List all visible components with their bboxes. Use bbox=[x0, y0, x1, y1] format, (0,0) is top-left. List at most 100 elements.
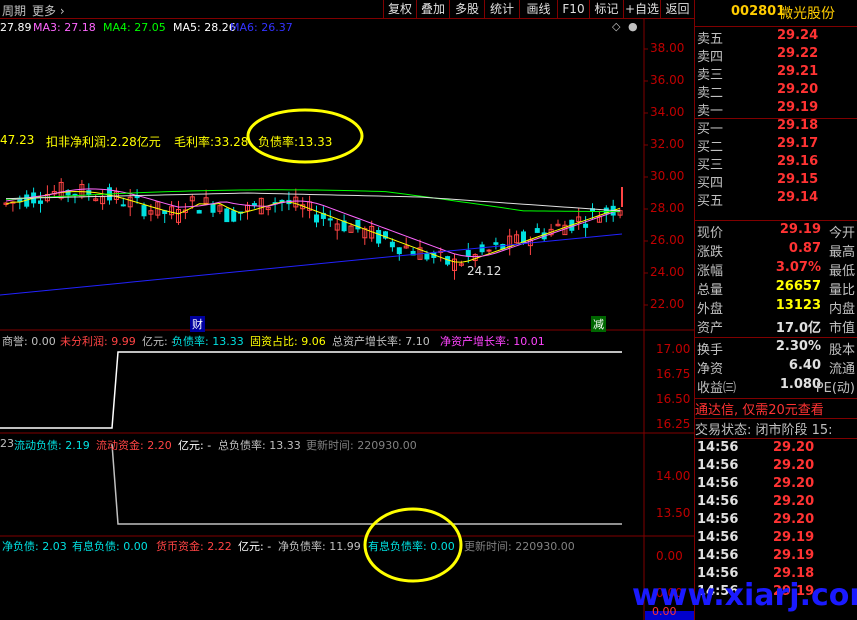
divider-line bbox=[695, 438, 857, 439]
toolbar-button-4[interactable]: 画线 bbox=[519, 0, 557, 19]
financial-marker[interactable]: 财 bbox=[190, 316, 205, 332]
candle-body bbox=[493, 242, 499, 245]
quote-label-2: 今开 bbox=[828, 226, 855, 241]
candle-body bbox=[224, 208, 230, 223]
main-info-value: 47.23 bbox=[0, 133, 35, 147]
order-price: 29.18 bbox=[777, 118, 819, 133]
quote-row: 现价 29.19 今开 bbox=[695, 222, 857, 241]
indicator-axis-label: 16.75 bbox=[656, 367, 691, 381]
quote-value: 2.30% bbox=[775, 339, 821, 354]
indicator-value: 亿元: - bbox=[178, 439, 212, 452]
trade-row: 14:56 29.19 bbox=[695, 530, 857, 548]
toolbar-button-1[interactable]: 叠加 bbox=[416, 0, 449, 19]
order-book-row[interactable]: 卖三 29.21 bbox=[695, 64, 857, 83]
order-level-label: 买四 bbox=[697, 176, 724, 191]
toolbar-button-7[interactable]: +自选 bbox=[623, 0, 660, 19]
indicator-value: 更新时间: 220930.00 bbox=[306, 439, 417, 452]
period-label[interactable]: 周期 bbox=[2, 2, 26, 19]
order-book-row[interactable]: 卖五 29.24 bbox=[695, 28, 857, 47]
candle-body bbox=[583, 223, 589, 228]
toolbar-button-3[interactable]: 统计 bbox=[484, 0, 519, 19]
trade-price: 29.20 bbox=[773, 476, 815, 491]
quote-row: 涨跌 0.87 最高 bbox=[695, 241, 857, 260]
order-price: 29.24 bbox=[777, 28, 819, 43]
trade-price: 29.20 bbox=[773, 440, 815, 455]
trade-time: 14:56 bbox=[697, 476, 739, 491]
price-axis-label: 36.00 bbox=[650, 73, 685, 87]
trade-price: 29.20 bbox=[773, 512, 815, 527]
quote-row: 收益㈢ 1.080 PE(动) bbox=[695, 377, 857, 396]
candle-body bbox=[534, 228, 540, 233]
trade-price: 29.19 bbox=[773, 548, 815, 563]
toolbar-button-0[interactable]: 复权 bbox=[383, 0, 416, 19]
quote-label: 资产 bbox=[697, 321, 724, 336]
quote-label: 总量 bbox=[697, 283, 724, 298]
order-level-label: 卖一 bbox=[697, 104, 724, 119]
stock-header: 002801 微光股份 bbox=[694, 0, 857, 27]
quote-value: 6.40 bbox=[788, 358, 821, 373]
quote-label: 净资 bbox=[697, 362, 724, 377]
quote-label-2: 流通 bbox=[828, 362, 855, 377]
trade-row: 14:56 29.20 bbox=[695, 440, 857, 458]
candle-body bbox=[376, 229, 382, 244]
order-book-row[interactable]: 卖二 29.20 bbox=[695, 82, 857, 101]
trade-state: 交易状态: 闭市阶段 15: bbox=[695, 418, 857, 438]
order-book-row[interactable]: 卖四 29.22 bbox=[695, 46, 857, 65]
more-menu[interactable]: 更多 › bbox=[32, 2, 65, 19]
quote-label-2: 股本 bbox=[828, 343, 855, 358]
quote-value: 0.87 bbox=[788, 241, 821, 256]
trade-time: 14:56 bbox=[697, 512, 739, 527]
quote-label-2: 最低 bbox=[828, 264, 855, 279]
order-level-label: 卖三 bbox=[697, 68, 724, 83]
ma6-line bbox=[0, 233, 623, 296]
toolbar: 周期 更多 › 复权 叠加 多股 统计 画线 F10 标记 +自选 返回 bbox=[0, 0, 694, 19]
candle-body bbox=[486, 249, 492, 252]
indicator-value: 总负债率: 13.33 bbox=[218, 439, 301, 452]
order-book-row[interactable]: 买一 29.18 bbox=[695, 118, 857, 137]
quote-row: 资产 17.0亿 市值 bbox=[695, 317, 857, 336]
trade-time: 14:56 bbox=[697, 458, 739, 473]
toolbar-button-2[interactable]: 多股 bbox=[449, 0, 484, 19]
indicator-axis-label: 13.50 bbox=[656, 506, 691, 520]
order-price: 29.14 bbox=[777, 190, 819, 205]
indicator-value: 流动负债: 2.19 bbox=[14, 439, 90, 452]
candle-body bbox=[465, 250, 471, 257]
divider-line bbox=[695, 220, 857, 221]
trade-row: 14:56 29.20 bbox=[695, 512, 857, 530]
indicator-value: 商誉: 0.00 bbox=[2, 335, 56, 348]
indicator-value: 负债率: 13.33 bbox=[172, 335, 244, 348]
order-price: 29.15 bbox=[777, 172, 819, 187]
indicator-value: 净负债: 2.03 bbox=[2, 540, 67, 553]
low-price-label: 24.12 bbox=[467, 264, 502, 278]
indicator-value: 净资产增长率: 10.01 bbox=[440, 335, 545, 348]
order-book-row[interactable]: 买二 29.17 bbox=[695, 136, 857, 155]
indicator-axis-label: 0.00 bbox=[656, 549, 683, 563]
order-book-row[interactable]: 卖一 29.19 bbox=[695, 100, 857, 119]
quote-label: 现价 bbox=[697, 226, 724, 241]
quote-label: 外盘 bbox=[697, 302, 724, 317]
ad-banner[interactable]: 通达信, 仅需20元查看 bbox=[695, 398, 857, 418]
candle-body bbox=[210, 203, 216, 213]
trade-time: 14:56 bbox=[697, 440, 739, 455]
debt-ratio-info: 负债率:13.33 bbox=[258, 135, 333, 149]
order-book-row[interactable]: 买五 29.14 bbox=[695, 190, 857, 209]
price-axis-label: 28.00 bbox=[650, 201, 685, 215]
price-axis-label: 38.00 bbox=[650, 41, 685, 55]
order-price: 29.17 bbox=[777, 136, 819, 151]
indicator-value: 流动资金: 2.20 bbox=[96, 439, 172, 452]
quote-value: 3.07% bbox=[775, 260, 821, 275]
price-axis-label: 34.00 bbox=[650, 105, 685, 119]
toolbar-button-8[interactable]: 返回 bbox=[660, 0, 694, 19]
order-book-row[interactable]: 买四 29.15 bbox=[695, 172, 857, 191]
quote-label: 换手 bbox=[697, 343, 724, 358]
chart-canvas bbox=[0, 19, 694, 620]
order-book-row[interactable]: 买三 29.16 bbox=[695, 154, 857, 173]
toolbar-button-6[interactable]: 标记 bbox=[589, 0, 623, 19]
toolbar-button-5[interactable]: F10 bbox=[557, 0, 589, 19]
quote-row: 外盘 13123 内盘 bbox=[695, 298, 857, 317]
quote-value: 17.0亿 bbox=[775, 321, 821, 336]
reduce-marker[interactable]: 减 bbox=[591, 316, 606, 332]
quote-row: 换手 2.30% 股本 bbox=[695, 339, 857, 358]
indicator-value: 23 bbox=[0, 437, 14, 450]
candle-body bbox=[38, 200, 43, 204]
